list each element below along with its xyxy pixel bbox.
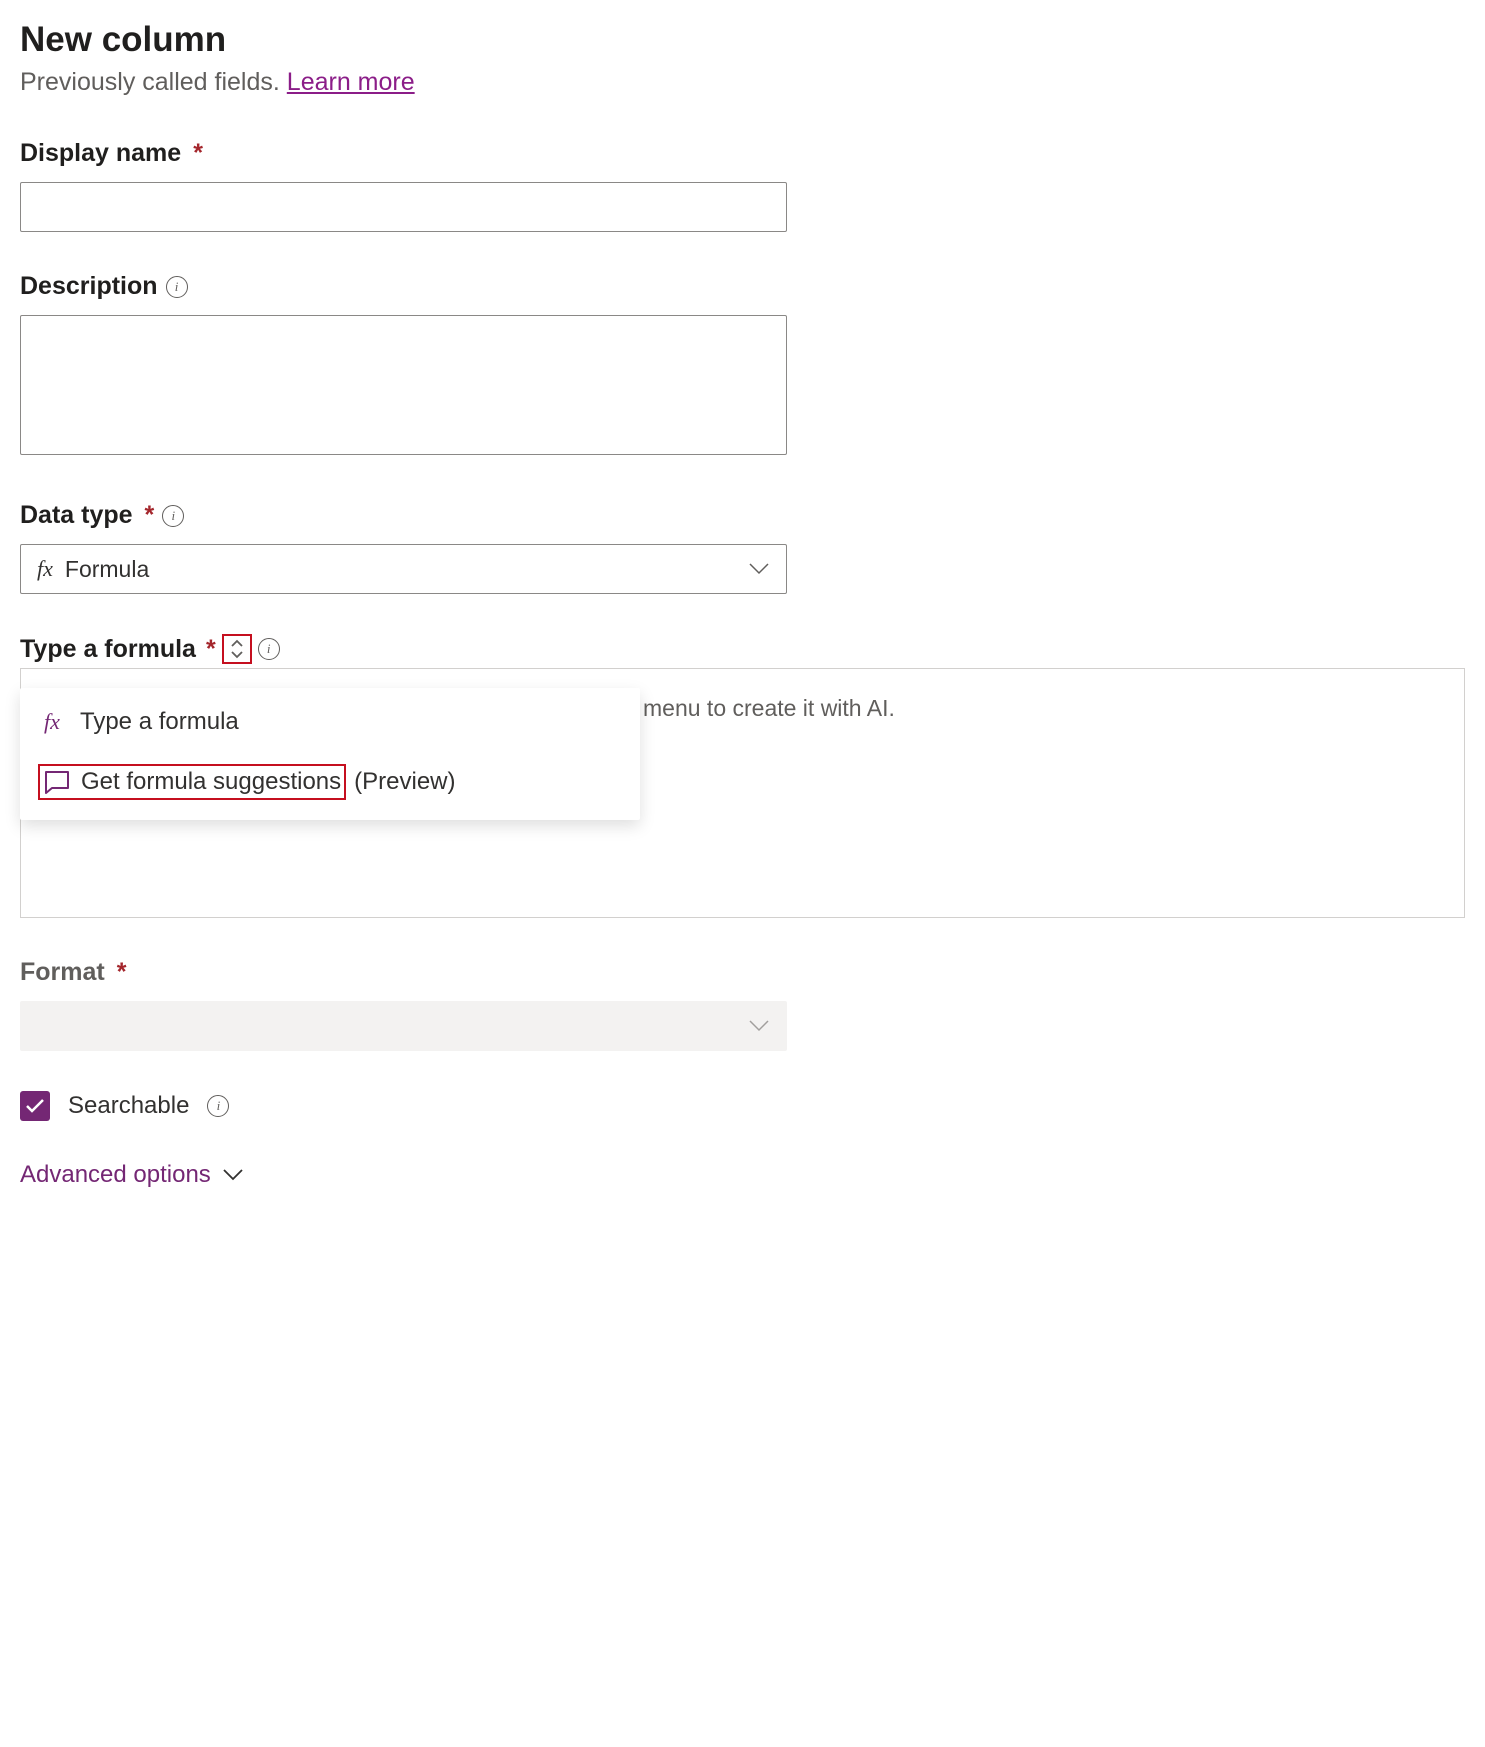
searchable-checkbox[interactable] [20,1091,50,1121]
format-label: Format * [20,958,1465,987]
learn-more-link[interactable]: Learn more [287,68,415,96]
description-label: Description i [20,272,1465,301]
formula-mode-toggle[interactable] [222,634,252,664]
info-icon[interactable]: i [162,505,184,527]
chevron-up-down-icon [230,639,244,659]
display-name-label-text: Display name [20,139,181,168]
info-icon[interactable]: i [166,276,188,298]
required-indicator: * [117,958,127,987]
description-input[interactable] [20,315,787,455]
preview-suffix: (Preview) [354,768,455,796]
advanced-options-label: Advanced options [20,1161,211,1189]
data-type-value: Formula [65,556,149,583]
dropdown-item-label: Type a formula [80,708,239,736]
advanced-options-toggle[interactable]: Advanced options [20,1161,1465,1189]
required-indicator: * [145,501,155,530]
formula-dropdown-menu: fx Type a formula Get formula suggestion… [20,688,640,820]
subtitle-text: Previously called fields. [20,68,287,96]
format-label-text: Format [20,958,105,987]
panel-subtitle: Previously called fields. Learn more [20,68,1465,97]
required-indicator: * [193,139,203,168]
format-select [20,1001,787,1051]
dropdown-item-ai-suggestions[interactable]: Get formula suggestions (Preview) [20,750,640,814]
fx-icon: fx [38,709,66,735]
highlight-box: Get formula suggestions [38,764,346,800]
info-icon[interactable]: i [258,638,280,660]
info-icon[interactable]: i [207,1095,229,1117]
description-label-text: Description [20,272,158,301]
formula-label: Type a formula * i [20,634,1465,664]
display-name-label: Display name * [20,139,1465,168]
formula-placeholder-fragment: menu to create it with AI. [643,695,895,721]
dropdown-item-ai-label: Get formula suggestions [81,768,341,796]
searchable-label: Searchable [68,1092,189,1120]
formula-label-text: Type a formula [20,635,196,664]
data-type-select[interactable]: fx Formula [20,544,787,594]
fx-icon: fx [37,556,53,582]
chat-icon [44,770,70,794]
check-icon [25,1098,45,1114]
display-name-input[interactable] [20,182,787,232]
required-indicator: * [206,635,216,664]
dropdown-item-type-formula[interactable]: fx Type a formula [20,694,640,750]
chevron-down-icon [223,1169,243,1181]
panel-title: New column [20,20,1465,60]
data-type-label: Data type * i [20,501,1465,530]
data-type-label-text: Data type [20,501,133,530]
